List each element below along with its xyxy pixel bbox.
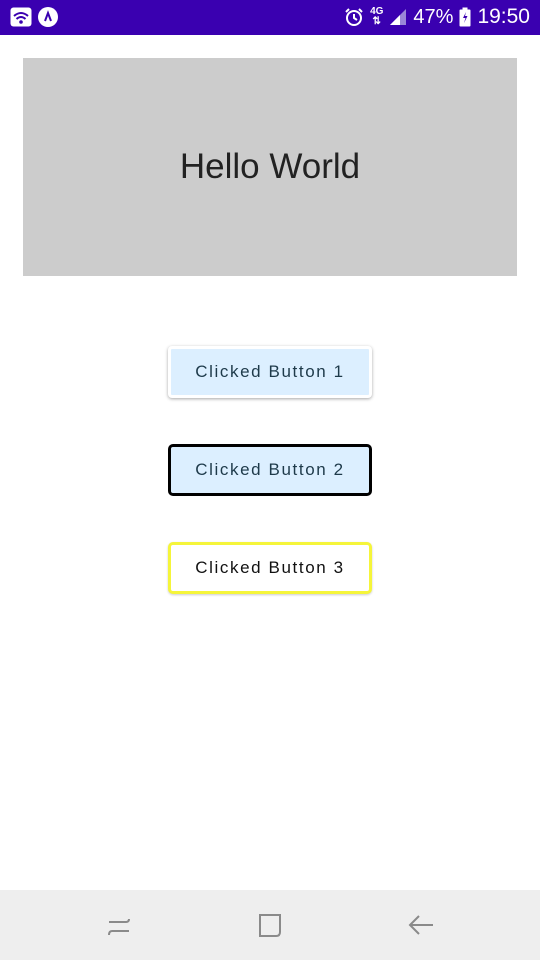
status-bar-left bbox=[10, 7, 58, 27]
banner-text: Hello World bbox=[179, 147, 361, 186]
alarm-icon bbox=[344, 7, 364, 27]
navigation-bar bbox=[0, 890, 540, 960]
clicked-button-1[interactable]: Clicked Button 1 bbox=[168, 346, 372, 398]
app-screen: 4G ⇅ 47% 19:50 Hello World Clicked Butto… bbox=[0, 0, 540, 960]
clock: 19:50 bbox=[477, 5, 530, 28]
signal-icon bbox=[389, 8, 407, 26]
battery-charging-icon bbox=[459, 7, 471, 27]
home-icon[interactable] bbox=[253, 908, 287, 942]
status-bar: 4G ⇅ 47% 19:50 bbox=[0, 0, 540, 35]
network-type: 4G ⇅ bbox=[370, 7, 383, 27]
data-arrows-icon: ⇅ bbox=[372, 16, 381, 27]
clicked-button-3[interactable]: Clicked Button 3 bbox=[168, 542, 372, 594]
battery-percent: 47% bbox=[413, 6, 454, 28]
wifi-icon bbox=[10, 7, 32, 27]
hello-world-banner: Hello World bbox=[23, 58, 517, 276]
recent-apps-icon[interactable] bbox=[102, 908, 136, 942]
app-notification-icon bbox=[38, 7, 58, 27]
status-bar-right: 4G ⇅ 47% 19:50 bbox=[344, 5, 530, 29]
back-icon[interactable] bbox=[404, 908, 438, 942]
clicked-button-2[interactable]: Clicked Button 2 bbox=[168, 444, 372, 496]
